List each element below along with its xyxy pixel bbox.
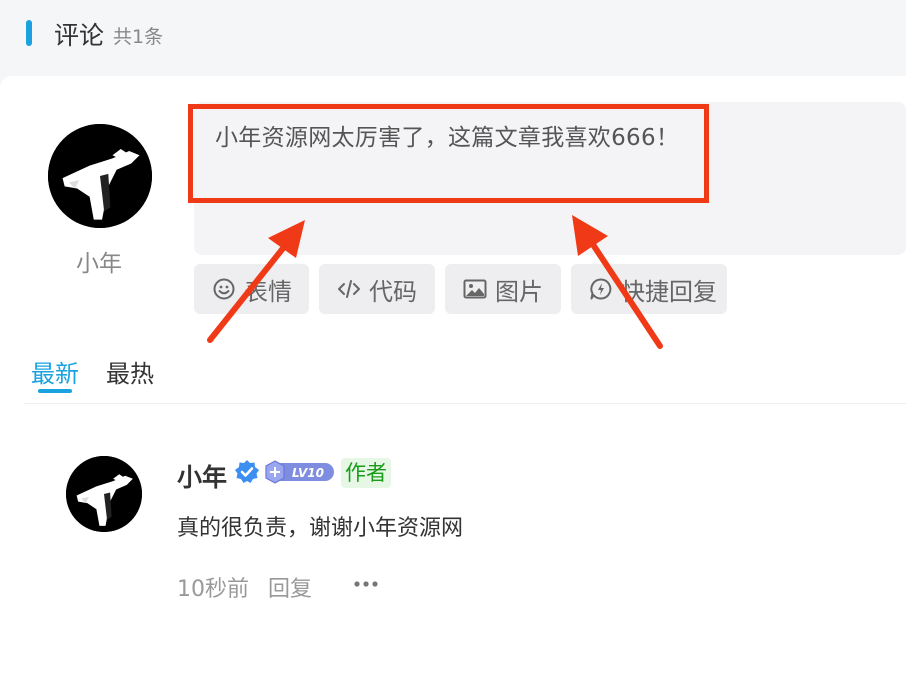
level-badge: LV10 [265, 460, 334, 484]
tab-hot[interactable]: 最热 [106, 354, 154, 389]
level-badge-text: LV10 [292, 466, 324, 480]
image-button[interactable]: 图片 [445, 264, 561, 314]
code-button[interactable]: 代码 [319, 264, 435, 314]
current-user-name: 小年 [76, 251, 122, 277]
smile-icon [213, 278, 235, 300]
commenter-avatar[interactable] [66, 456, 142, 532]
reply-button[interactable]: 回复 [268, 571, 312, 603]
verified-icon [235, 460, 259, 483]
commenter-name[interactable]: 小年 [177, 458, 227, 494]
title-accent-bar [26, 20, 32, 46]
emoji-button-label: 表情 [244, 277, 292, 306]
comments-count: 共1条 [113, 26, 164, 48]
quick-reply-icon [590, 278, 612, 300]
comment-input[interactable]: 小年资源网太厉害了，这篇文章我喜欢666！ [194, 102, 906, 255]
code-button-label: 代码 [369, 277, 417, 306]
comments-header: 评论 共1条 [0, 0, 906, 72]
comment-text: 真的很负责，谢谢小年资源网 [177, 516, 464, 541]
quick-reply-button[interactable]: 快捷回复 [571, 264, 727, 314]
comment-time: 10秒前 [177, 577, 249, 602]
emoji-button[interactable]: 表情 [194, 264, 309, 314]
more-options-icon[interactable] [352, 571, 382, 597]
code-icon [338, 280, 360, 298]
comments-title: 评论 [54, 21, 105, 50]
avatar-image-icon [66, 456, 142, 532]
tab-latest[interactable]: 最新 [31, 354, 79, 389]
current-user-avatar[interactable] [48, 124, 152, 228]
comment-input-value: 小年资源网太厉害了，这篇文章我喜欢666！ [215, 125, 680, 151]
image-button-label: 图片 [495, 277, 543, 306]
image-icon [463, 279, 487, 299]
avatar-image-icon [48, 124, 152, 228]
tabs-divider [24, 403, 906, 404]
quick-reply-button-label: 快捷回复 [621, 277, 717, 306]
active-tab-indicator [38, 389, 72, 393]
comments-card: 小年 小年资源网太厉害了，这篇文章我喜欢666！ 表情 代码 图片 快捷回复 最… [0, 76, 906, 696]
author-badge: 作者 [341, 458, 391, 488]
